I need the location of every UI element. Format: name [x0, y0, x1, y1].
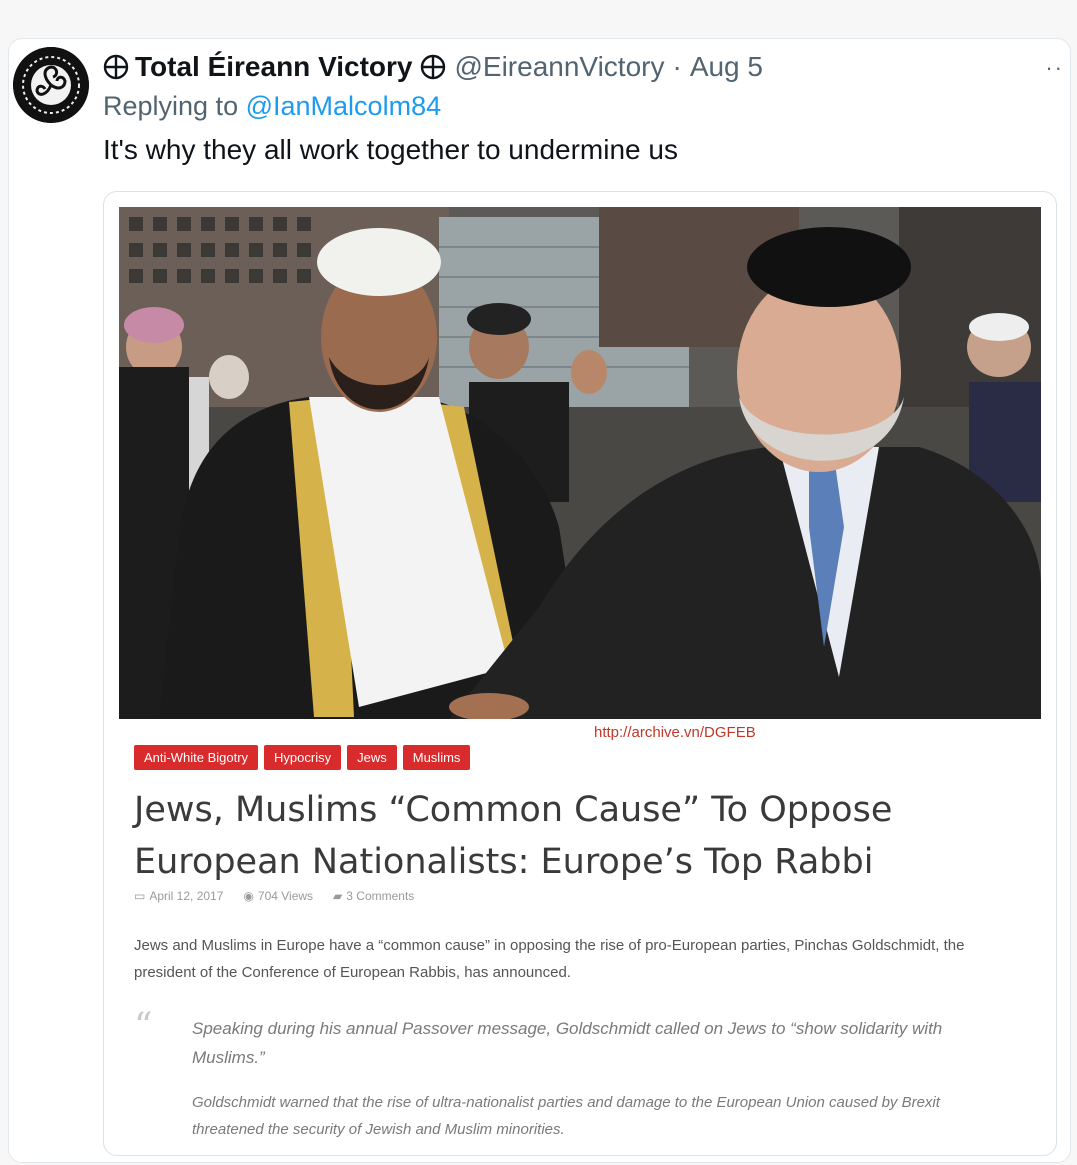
- article-date: ▭ April 12, 2017: [134, 889, 223, 903]
- avatar[interactable]: [13, 47, 89, 123]
- article-photo: [119, 207, 1041, 719]
- tweet-header: Total Éireann Victory @EireannVictory · …: [103, 47, 763, 87]
- comment-icon: ▰: [333, 889, 343, 903]
- globe-icon: [421, 54, 446, 80]
- article-comments: ▰ 3 Comments: [333, 889, 414, 903]
- article-comments-text: 3 Comments: [346, 889, 415, 903]
- calendar-icon: ▭: [134, 889, 146, 903]
- tag: Hypocrisy: [264, 745, 342, 770]
- tweet-date[interactable]: Aug 5: [690, 51, 763, 83]
- article-quote-1: Speaking during his annual Passover mess…: [192, 1019, 943, 1067]
- tag: Jews: [347, 745, 397, 770]
- attached-image-card[interactable]: http://archive.vn/DGFEB Anti-White Bigot…: [103, 191, 1057, 1156]
- eye-icon: ◉: [243, 889, 254, 903]
- article-meta: ▭ April 12, 2017 ◉ 704 Views ▰ 3 Comments: [134, 889, 414, 903]
- tag: Anti-White Bigotry: [134, 745, 259, 770]
- user-handle[interactable]: @EireannVictory: [454, 51, 664, 83]
- display-name[interactable]: Total Éireann Victory: [135, 51, 412, 83]
- article-views-text: 704 Views: [257, 889, 314, 903]
- reply-to-link[interactable]: @IanMalcolm84: [246, 91, 442, 121]
- quote-mark-icon: “: [134, 1006, 153, 1047]
- article-views: ◉ 704 Views: [243, 889, 313, 903]
- reply-prefix: Replying to: [103, 91, 239, 121]
- tag: Muslims: [402, 745, 471, 770]
- article-date-text: April 12, 2017: [149, 889, 224, 903]
- article-headline: Jews, Muslims “Common Cause” To Oppose E…: [134, 790, 893, 882]
- tweet-card[interactable]: Total Éireann Victory @EireannVictory · …: [8, 38, 1071, 1163]
- tweet-text: It's why they all work together to under…: [103, 134, 678, 165]
- article-tags: Anti-White Bigotry Hypocrisy Jews Muslim…: [134, 745, 471, 770]
- globe-icon: [103, 54, 129, 80]
- replying-to: Replying to @IanMalcolm84: [103, 91, 441, 122]
- more-options-icon[interactable]: ··: [1045, 55, 1064, 81]
- archive-url-watermark: http://archive.vn/DGFEB: [594, 724, 756, 741]
- separator-dot: ·: [672, 51, 682, 82]
- article-lead: Jews and Muslims in Europe have a “commo…: [134, 937, 965, 981]
- article-quote-2: Goldschmidt warned that the rise of ultr…: [192, 1094, 940, 1138]
